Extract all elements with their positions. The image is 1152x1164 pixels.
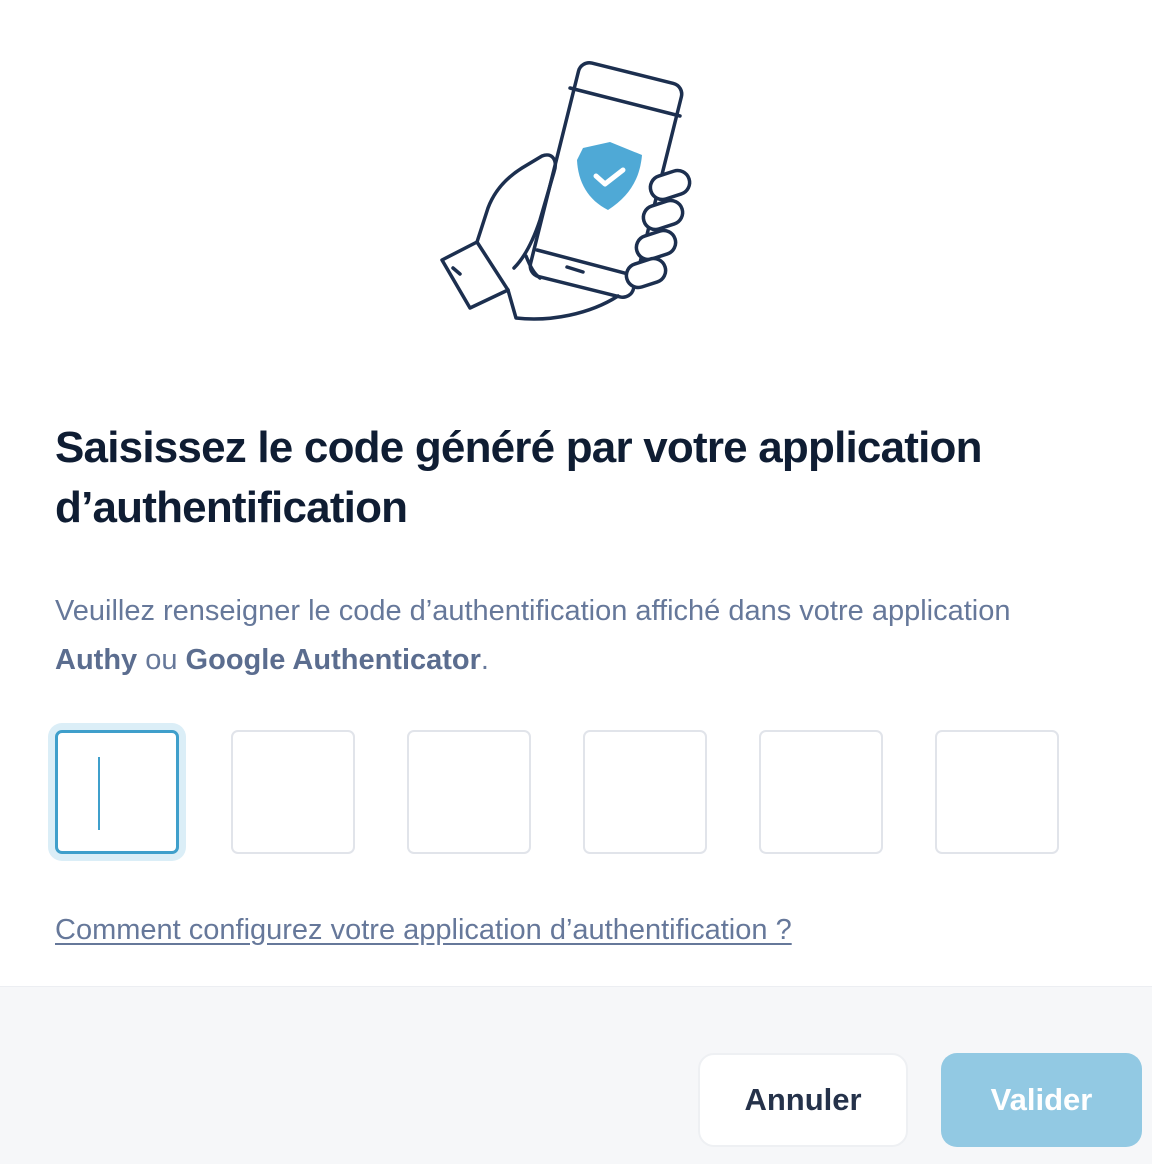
setup-help-link[interactable]: Comment configurez votre application d’a… [55, 908, 792, 952]
app-name-google-authenticator: Google Authenticator [185, 644, 481, 676]
description-text: ou [137, 644, 186, 676]
dialog-description: Veuillez renseigner le code d’authentifi… [55, 587, 1055, 685]
description-text: . [480, 644, 489, 676]
app-name-authy: Authy [55, 644, 138, 676]
dialog-footer: Annuler Valider [0, 986, 1152, 1164]
otp-digit-6[interactable] [935, 730, 1059, 854]
otp-input-group [55, 730, 1065, 858]
hand-holding-phone-icon [440, 61, 692, 321]
cancel-button[interactable]: Annuler [698, 1053, 908, 1147]
otp-digit-2[interactable] [231, 730, 355, 854]
submit-button[interactable]: Valider [941, 1053, 1142, 1147]
otp-digit-3[interactable] [407, 730, 531, 854]
two-factor-dialog: Saisissez le code généré par votre appli… [0, 0, 1152, 1164]
description-text: Veuillez renseigner le code d’authentifi… [55, 595, 1011, 627]
dialog-title: Saisissez le code généré par votre appli… [55, 423, 983, 532]
otp-digit-5[interactable] [759, 730, 883, 854]
text-cursor [98, 757, 100, 830]
otp-digit-4[interactable] [583, 730, 707, 854]
otp-digit-1[interactable] [55, 730, 179, 854]
